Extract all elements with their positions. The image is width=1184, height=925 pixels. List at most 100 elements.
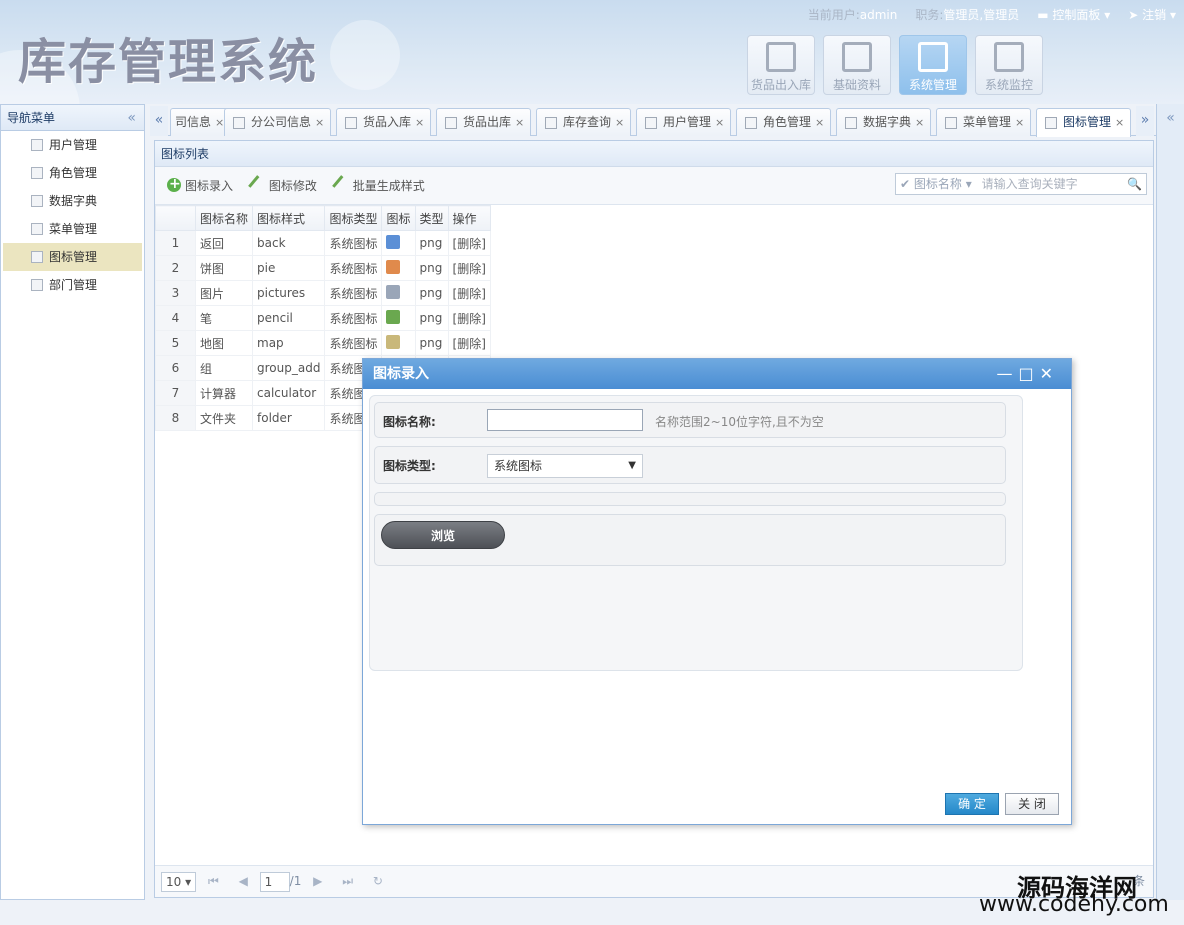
table-row[interactable]: 1 返回 back 系统图标 png [删除] <box>155 230 491 256</box>
sidebar-item-users[interactable]: 用户管理 <box>3 131 142 159</box>
sidebar-item-departments[interactable]: 部门管理 <box>3 271 142 299</box>
batch-generate-button[interactable]: 批量生成样式 <box>331 175 425 195</box>
edit-icon <box>766 42 796 72</box>
cell-style: pictures <box>252 280 326 306</box>
delete-link[interactable]: [删除] <box>447 230 491 256</box>
row-number: 7 <box>155 380 196 406</box>
close-icon[interactable]: × <box>315 116 324 129</box>
search-icon[interactable]: 🔍 <box>1127 174 1142 194</box>
column-header-rownum <box>155 205 196 231</box>
delete-link[interactable]: [删除] <box>447 305 491 331</box>
column-header[interactable]: 图标 <box>381 205 416 231</box>
user-role: 管理员,管理员 <box>943 8 1020 22</box>
pencil-icon <box>247 175 268 195</box>
sidebar-item-roles[interactable]: 角色管理 <box>3 159 142 187</box>
tile-basic-data[interactable]: 基础资料 <box>823 35 891 95</box>
tab-dictionary[interactable]: 数据字典 × <box>836 108 932 136</box>
panel-title: 图标列表 <box>155 141 1153 167</box>
tab-menus[interactable]: 菜单管理 × <box>936 108 1032 136</box>
search-input[interactable]: 请输入查询关键字 <box>982 177 1078 191</box>
expand-icon[interactable]: « <box>1157 110 1184 126</box>
browse-button[interactable]: 浏览 <box>381 521 505 549</box>
close-icon[interactable]: × <box>715 116 724 129</box>
tab-scroll-left-icon[interactable]: « <box>150 106 168 136</box>
current-user: admin <box>859 8 898 22</box>
close-icon[interactable]: × <box>815 116 824 129</box>
page-icon <box>31 223 43 235</box>
tile-goods-io[interactable]: 货品出入库 <box>747 35 815 95</box>
cell-style: back <box>252 230 326 256</box>
icon-type-select[interactable]: 系统图标 ▼ <box>487 454 643 478</box>
tab-roles[interactable]: 角色管理 × <box>736 108 832 136</box>
tab-subsidiary-info[interactable]: 分公司信息 × <box>224 108 332 136</box>
search-box: ✔ 图标名称 ▾ 请输入查询关键字 🔍 <box>895 173 1147 195</box>
page-icon <box>845 117 857 129</box>
close-icon[interactable]: × <box>1115 116 1124 129</box>
edit-icon-button[interactable]: 图标修改 <box>247 175 317 195</box>
nav-panel: 导航菜单 « 用户管理 角色管理 数据字典 菜单管理 图标管理 部门管理 <box>0 104 145 900</box>
table-row[interactable]: 4 笔 pencil 系统图标 png [删除] <box>155 305 491 331</box>
close-icon[interactable]: × <box>515 116 524 129</box>
column-header[interactable]: 类型 <box>414 205 449 231</box>
pictures-icon <box>386 284 401 299</box>
last-page-icon[interactable]: ⏭ <box>342 874 353 888</box>
table-row[interactable]: 3 图片 pictures 系统图标 png [删除] <box>155 280 491 306</box>
add-icon-button[interactable]: 图标录入 <box>167 165 233 203</box>
close-icon[interactable]: × <box>415 116 424 129</box>
page-icon <box>345 117 357 129</box>
total-pages: /1 <box>289 874 302 888</box>
delete-link[interactable]: [删除] <box>447 255 491 281</box>
sidebar-item-menus[interactable]: 菜单管理 <box>3 215 142 243</box>
cell-type: 系统图标 <box>324 255 383 281</box>
column-header[interactable]: 操作 <box>447 205 491 231</box>
icon-name-input[interactable] <box>487 409 643 431</box>
tile-system-monitor[interactable]: 系统监控 <box>975 35 1043 95</box>
delete-link[interactable]: [删除] <box>447 280 491 306</box>
delete-link[interactable]: [删除] <box>447 330 491 356</box>
page-input[interactable]: 1 <box>259 871 290 892</box>
tab-goods-out[interactable]: 货品出库 × <box>436 108 532 136</box>
cell-ext: png <box>414 330 449 356</box>
column-header[interactable]: 图标名称 <box>194 205 254 231</box>
map-icon <box>386 334 401 349</box>
control-panel-menu[interactable]: ▬ 控制面板 ▾ <box>1037 6 1110 23</box>
tab-users[interactable]: 用户管理 × <box>636 108 732 136</box>
next-page-icon[interactable]: ▶ <box>313 874 322 888</box>
tab-branch-info-truncated[interactable]: 司信息 × <box>170 108 232 136</box>
tab-stock-query[interactable]: 库存查询 × <box>536 108 632 136</box>
row-number: 6 <box>155 355 196 381</box>
row-number: 1 <box>155 230 196 256</box>
close-button[interactable]: 关 闭 <box>1005 793 1059 815</box>
sidebar-item-icons[interactable]: 图标管理 <box>3 243 142 271</box>
close-icon[interactable]: × <box>615 116 624 129</box>
prev-page-icon[interactable]: ◀ <box>239 874 248 888</box>
page-size-select[interactable]: 10 ▾ <box>161 871 197 892</box>
nav-collapse-icon[interactable]: « <box>127 105 136 131</box>
cell-name: 文件夹 <box>194 405 254 431</box>
pencil-icon <box>386 309 401 324</box>
tab-goods-in[interactable]: 货品入库 × <box>336 108 432 136</box>
table-row[interactable]: 5 地图 map 系统图标 png [删除] <box>155 330 491 356</box>
tab-scroll-right-icon[interactable]: » <box>1136 106 1154 136</box>
close-icon[interactable]: × <box>215 116 224 129</box>
dialog-window-controls[interactable]: —□✕ <box>996 359 1059 389</box>
pie-icon <box>386 259 401 274</box>
cell-style: pie <box>252 255 326 281</box>
sidebar-item-dictionary[interactable]: 数据字典 <box>3 187 142 215</box>
page-icon <box>1045 117 1057 129</box>
refresh-icon[interactable]: ↻ <box>373 874 383 888</box>
first-page-icon[interactable]: ⏮ <box>208 874 219 888</box>
cell-icon <box>381 230 416 256</box>
column-header[interactable]: 图标类型 <box>324 205 383 231</box>
tab-icons[interactable]: 图标管理 × <box>1036 108 1132 137</box>
confirm-button[interactable]: 确 定 <box>945 793 999 815</box>
logout-menu[interactable]: ➤ 注销 ▾ <box>1128 6 1176 23</box>
close-icon[interactable]: × <box>915 116 924 129</box>
close-icon[interactable]: × <box>1015 116 1024 129</box>
cell-name: 笔 <box>194 305 254 331</box>
search-field-select[interactable]: ✔ 图标名称 ▾ <box>900 177 972 191</box>
tile-system-admin[interactable]: 系统管理 <box>899 35 967 95</box>
table-row[interactable]: 2 饼图 pie 系统图标 png [删除] <box>155 255 491 281</box>
module-tiles: 货品出入库 基础资料 系统管理 系统监控 <box>747 35 1043 95</box>
column-header[interactable]: 图标样式 <box>252 205 326 231</box>
